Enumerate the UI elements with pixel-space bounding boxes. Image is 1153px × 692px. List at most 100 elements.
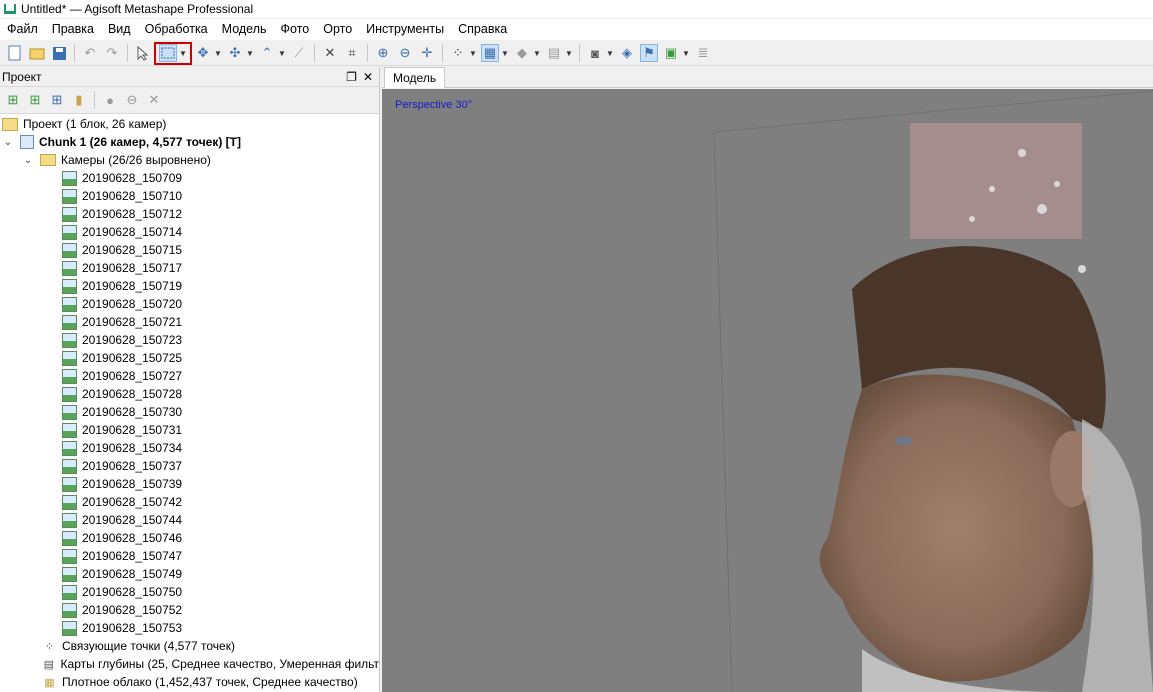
enable-icon[interactable]: ● (101, 91, 119, 109)
shading-icon[interactable]: ◆ (513, 44, 531, 62)
camera-item[interactable]: 20190628_150739 (0, 475, 379, 493)
chevron-down-icon[interactable]: ▼ (565, 49, 573, 58)
chunk-icon (20, 135, 34, 149)
tree-tie-points[interactable]: ⁘ Связующие точки (4,577 точек) (0, 637, 379, 655)
camera-item[interactable]: 20190628_150747 (0, 547, 379, 565)
float-panel-icon[interactable]: ❐ (346, 70, 357, 84)
camera-item[interactable]: 20190628_150752 (0, 601, 379, 619)
camera-label: 20190628_150753 (82, 621, 183, 635)
dense-cloud-icon[interactable]: ▦ (481, 44, 499, 62)
camera-item[interactable]: 20190628_150712 (0, 205, 379, 223)
camera-item[interactable]: 20190628_150737 (0, 457, 379, 475)
camera-label: 20190628_150746 (82, 531, 183, 545)
zoom-out-icon[interactable]: ⊖ (396, 44, 414, 62)
markers-icon[interactable]: ◈ (618, 44, 636, 62)
layers-icon[interactable]: ≣ (694, 44, 712, 62)
camera-item[interactable]: 20190628_150746 (0, 529, 379, 547)
pointer-icon[interactable] (134, 44, 152, 62)
undo-icon[interactable]: ↶ (81, 44, 99, 62)
menu-tools[interactable]: Инструменты (359, 19, 451, 40)
save-icon[interactable] (50, 44, 68, 62)
photo-icon (62, 530, 77, 546)
menu-file[interactable]: Файл (0, 19, 45, 40)
image-icon[interactable]: ▣ (662, 44, 680, 62)
camera-item[interactable]: 20190628_150709 (0, 169, 379, 187)
tiles-icon[interactable]: ▤ (545, 44, 563, 62)
chevron-down-icon[interactable]: ⌄ (22, 155, 34, 166)
ruler-icon[interactable]: ⌃ (258, 44, 276, 62)
chevron-down-icon[interactable]: ▼ (682, 49, 690, 58)
model-viewport[interactable]: Perspective 30° (382, 89, 1153, 692)
camera-item[interactable]: 20190628_150750 (0, 583, 379, 601)
camera-item[interactable]: 20190628_150725 (0, 349, 379, 367)
camera-item[interactable]: 20190628_150710 (0, 187, 379, 205)
chevron-down-icon[interactable]: ▼ (246, 49, 254, 58)
menu-help[interactable]: Справка (451, 19, 514, 40)
point-cloud-view[interactable] (382, 89, 1153, 692)
measure-icon[interactable]: ⟋ (290, 44, 308, 62)
camera-item[interactable]: 20190628_150723 (0, 331, 379, 349)
camera-label: 20190628_150734 (82, 441, 183, 455)
tree-depth-maps[interactable]: ▤ Карты глубины (25, Среднее качество, У… (0, 655, 379, 673)
add-marker-icon[interactable]: ▮ (70, 91, 88, 109)
menu-ortho[interactable]: Орто (316, 19, 359, 40)
chevron-down-icon[interactable]: ▼ (606, 49, 614, 58)
new-icon[interactable] (6, 44, 24, 62)
remove-icon[interactable]: ✕ (145, 91, 163, 109)
chevron-down-icon[interactable]: ▼ (469, 49, 477, 58)
chevron-down-icon[interactable]: ▼ (533, 49, 541, 58)
chevron-down-icon[interactable]: ▼ (278, 49, 286, 58)
camera-item[interactable]: 20190628_150720 (0, 295, 379, 313)
disable-icon[interactable]: ⊖ (123, 91, 141, 109)
move-view-icon[interactable]: ✛ (418, 44, 436, 62)
tree-chunk-node[interactable]: ⌄ Chunk 1 (26 камер, 4,577 точек) [T] (0, 133, 379, 151)
tree-dense-cloud[interactable]: ▦ Плотное облако (1,452,437 точек, Средн… (0, 673, 379, 691)
camera-item[interactable]: 20190628_150734 (0, 439, 379, 457)
camera-item[interactable]: 20190628_150714 (0, 223, 379, 241)
camera-item[interactable]: 20190628_150721 (0, 313, 379, 331)
menu-model[interactable]: Модель (215, 19, 274, 40)
navigation-icon[interactable]: ✥ (194, 44, 212, 62)
menu-edit[interactable]: Правка (45, 19, 101, 40)
camera-item[interactable]: 20190628_150744 (0, 511, 379, 529)
redo-icon[interactable]: ↷ (103, 44, 121, 62)
tab-model[interactable]: Модель (384, 67, 446, 88)
rectangle-selection-icon[interactable] (159, 44, 177, 62)
menu-view[interactable]: Вид (101, 19, 138, 40)
move-icon[interactable]: ✣ (226, 44, 244, 62)
camera-item[interactable]: 20190628_150742 (0, 493, 379, 511)
zoom-in-icon[interactable]: ⊕ (374, 44, 392, 62)
camera-item[interactable]: 20190628_150731 (0, 421, 379, 439)
add-chunk-icon[interactable]: ⊞ (4, 91, 22, 109)
camera-item[interactable]: 20190628_150719 (0, 277, 379, 295)
add-folder-icon[interactable]: ⊞ (48, 91, 66, 109)
flag-icon[interactable]: ⚑ (640, 44, 658, 62)
open-icon[interactable] (28, 44, 46, 62)
points-icon[interactable]: ⁘ (449, 44, 467, 62)
chevron-down-icon[interactable]: ▼ (501, 49, 509, 58)
camera-item[interactable]: 20190628_150749 (0, 565, 379, 583)
tree-project-node[interactable]: Проект (1 блок, 26 камер) (0, 115, 379, 133)
camera-item[interactable]: 20190628_150715 (0, 241, 379, 259)
crop-icon[interactable]: ⌗ (343, 44, 361, 62)
photo-icon (62, 260, 77, 276)
chevron-down-icon[interactable]: ⌄ (2, 137, 14, 148)
photo-icon (62, 620, 77, 636)
camera-item[interactable]: 20190628_150730 (0, 403, 379, 421)
menu-workflow[interactable]: Обработка (138, 19, 215, 40)
camera-item[interactable]: 20190628_150728 (0, 385, 379, 403)
delete-icon[interactable]: ✕ (321, 44, 339, 62)
rectangle-selection-tool-highlight[interactable]: ▼ (154, 41, 192, 65)
camera-item[interactable]: 20190628_150717 (0, 259, 379, 277)
chevron-down-icon[interactable]: ▼ (179, 49, 187, 58)
close-panel-icon[interactable]: ✕ (363, 70, 373, 84)
folder-icon (40, 154, 56, 166)
chevron-down-icon[interactable]: ▼ (214, 49, 222, 58)
camera-item[interactable]: 20190628_150727 (0, 367, 379, 385)
camera-icon[interactable]: ◙ (586, 44, 604, 62)
photo-icon (62, 368, 77, 384)
menu-photo[interactable]: Фото (274, 19, 317, 40)
add-photos-icon[interactable]: ⊞ (26, 91, 44, 109)
tree-cameras-folder[interactable]: ⌄ Камеры (26/26 выровнено) (0, 151, 379, 169)
camera-item[interactable]: 20190628_150753 (0, 619, 379, 637)
